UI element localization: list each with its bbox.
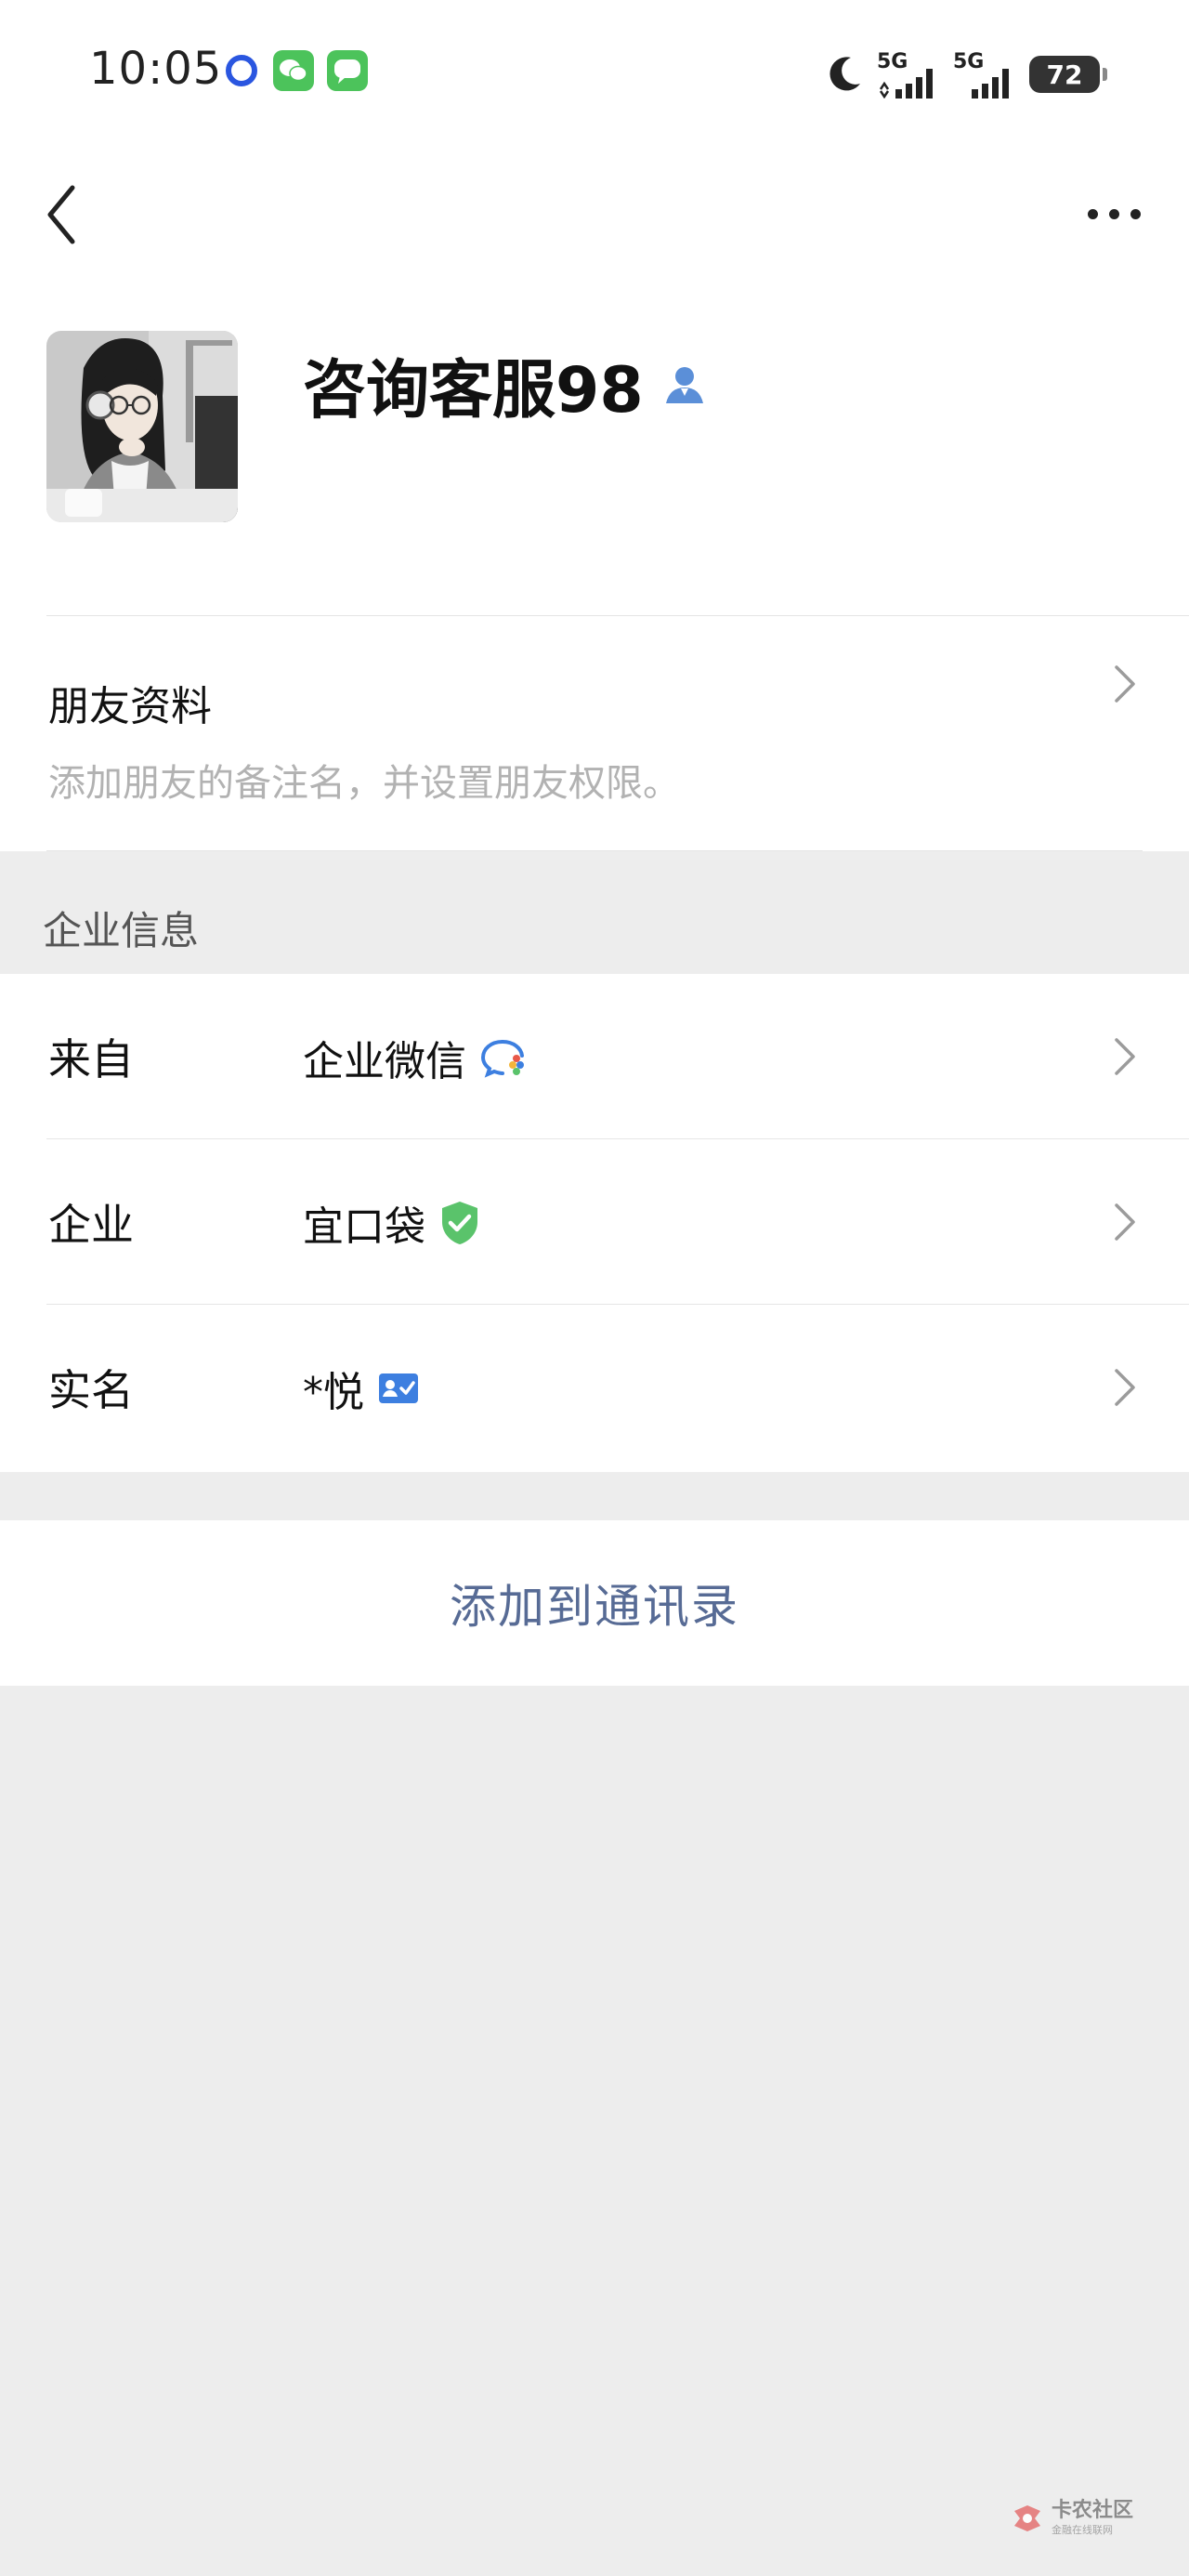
battery-level: 72: [1046, 59, 1083, 90]
wecom-icon: [480, 1040, 524, 1078]
divider: [46, 615, 1189, 616]
status-indicators: 5G 5G 72: [827, 46, 1107, 102]
contact-name-row: 咨询客服98: [303, 338, 707, 430]
company-text: 宜口袋: [303, 1203, 425, 1251]
moon-icon: [830, 57, 860, 91]
chevron-left-icon[interactable]: [43, 182, 80, 247]
row-source-label: 来自: [48, 1034, 134, 1084]
status-bar: 10:05 5G 5G 72: [0, 0, 1189, 149]
row-source[interactable]: 来自 企业微信: [0, 974, 1189, 1139]
row-source-value: 企业微信: [303, 1028, 529, 1087]
avatar[interactable]: [46, 331, 238, 522]
add-to-contacts-button[interactable]: 添加到通讯录: [0, 1520, 1189, 1686]
add-to-contacts-label: 添加到通讯录: [450, 1580, 739, 1634]
row-real-name-value: *悦: [303, 1359, 420, 1418]
battery-icon: 72: [1029, 56, 1107, 93]
row-company[interactable]: 企业 宜口袋: [0, 1139, 1189, 1305]
contact-name: 咨询客服98: [303, 354, 644, 427]
wechat-icon: [273, 50, 314, 91]
divider: [46, 850, 1143, 851]
profile-header: 咨询客服98: [0, 149, 1189, 613]
enterprise-info-list: 来自 企业微信 企业 宜口袋 实名 *悦: [0, 974, 1189, 1472]
signal-icon: [879, 69, 933, 99]
chevron-right-icon: [1115, 665, 1135, 703]
chevron-right-icon: [1115, 1203, 1135, 1241]
signal-2: 5G: [953, 50, 1016, 99]
friend-settings-row[interactable]: 朋友资料 添加朋友的备注名，并设置朋友权限。: [0, 613, 1189, 851]
enterprise-section-label: 企业信息: [43, 908, 200, 953]
signal-icon: [972, 69, 1009, 99]
signal-1: 5G: [877, 50, 940, 99]
row-company-value: 宜口袋: [303, 1193, 481, 1253]
row-company-label: 企业: [48, 1200, 134, 1250]
source-text: 企业微信: [303, 1038, 466, 1085]
more-options-button[interactable]: [1081, 195, 1146, 232]
app-circle-icon: [226, 55, 257, 86]
row-real-name-label: 实名: [48, 1365, 134, 1415]
chevron-right-icon: [1115, 1369, 1135, 1406]
status-time: 10:05: [89, 43, 223, 95]
enterprise-person-icon: [665, 366, 703, 403]
id-card-icon: [379, 1373, 418, 1403]
watermark-title: 卡农社区: [1051, 2499, 1133, 2522]
watermark: 卡农社区 金融在线联网: [1011, 2501, 1133, 2535]
real-name-text: *悦: [303, 1369, 364, 1416]
watermark-subtitle: 金融在线联网: [1051, 2524, 1113, 2536]
friend-info-title: 朋友资料: [48, 683, 212, 730]
friend-info-subtitle: 添加朋友的备注名，并设置朋友权限。: [48, 762, 680, 805]
watermark-logo-icon: [1013, 2504, 1040, 2531]
chevron-right-icon: [1115, 1038, 1135, 1075]
more-dots-icon: [1087, 208, 1098, 219]
verified-shield-icon: [442, 1202, 477, 1244]
row-real-name[interactable]: 实名 *悦: [0, 1305, 1189, 1470]
messages-icon: [327, 50, 368, 91]
